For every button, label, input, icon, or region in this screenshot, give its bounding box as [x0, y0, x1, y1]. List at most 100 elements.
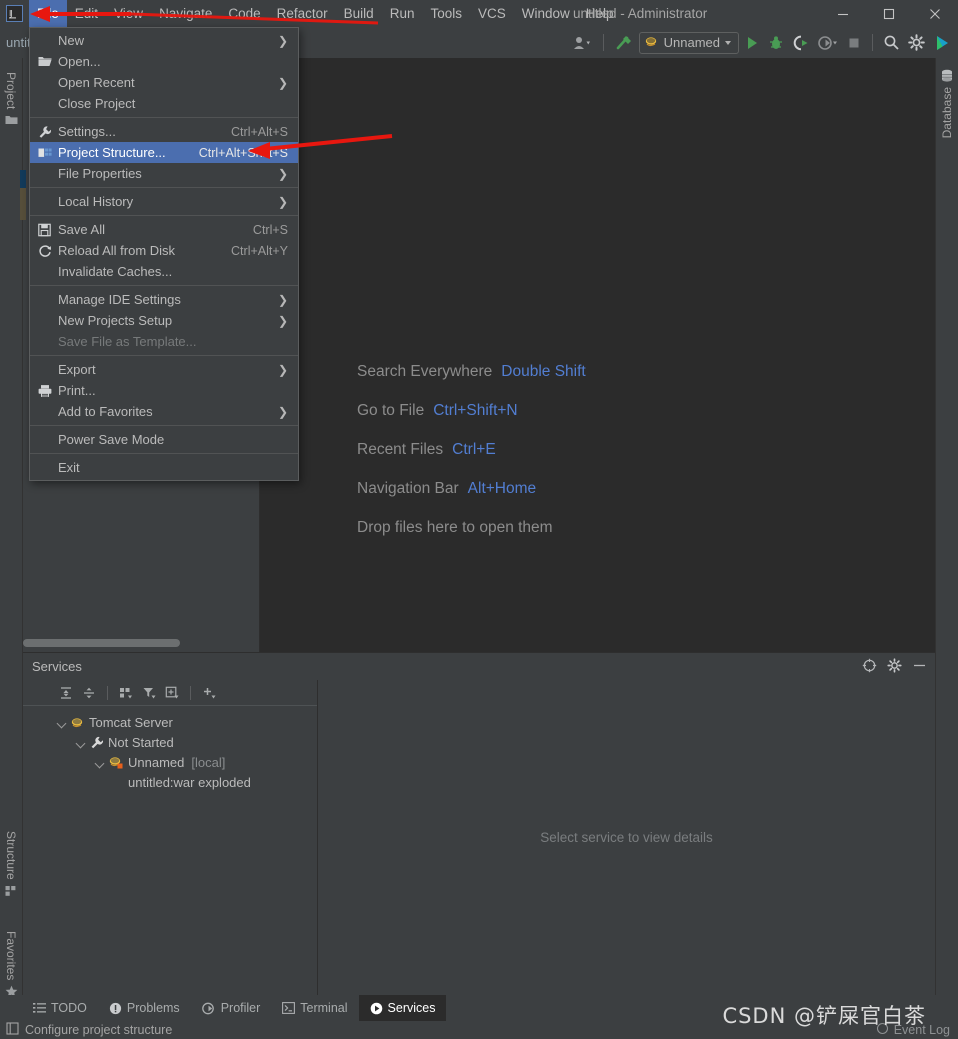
chevron-right-icon: ❯ — [277, 33, 288, 48]
file-menu-item-project-structure[interactable]: Project Structure... Ctrl+Alt+Shift+S — [30, 142, 298, 163]
locate-icon[interactable] — [862, 658, 877, 676]
bottom-tool-window-bar: TODO Problems Profiler Terminal Services — [0, 995, 958, 1021]
editor-hint-label: Drop files here to open them — [357, 519, 553, 536]
chevron-right-icon: ❯ — [277, 404, 288, 419]
file-menu-item-reload-all-from-disk[interactable]: Reload All from Disk Ctrl+Alt+Y — [30, 240, 298, 261]
editor-hint-row: Search Everywhere Double Shift — [357, 363, 586, 402]
ide-assistant-icon[interactable] — [930, 31, 954, 55]
menubar-item-file[interactable]: File — [29, 0, 67, 27]
search-icon[interactable] — [880, 31, 903, 55]
file-menu-item-label: Export — [58, 362, 96, 377]
sidebar-item-project[interactable]: Project — [4, 72, 18, 125]
profiler-icon[interactable] — [815, 31, 841, 55]
collapse-all-icon[interactable] — [79, 683, 99, 703]
editor-hint-shortcut: Ctrl+Shift+N — [433, 402, 518, 419]
menubar-item-tools[interactable]: Tools — [422, 0, 470, 27]
project-panel-markers — [20, 170, 26, 220]
file-menu-item-manage-ide-settings[interactable]: Manage IDE Settings ❯ — [30, 289, 298, 310]
chevron-right-icon: ❯ — [277, 194, 288, 209]
menubar-item-edit[interactable]: Edit — [67, 0, 106, 27]
chevron-down-icon[interactable] — [56, 717, 67, 728]
bottom-tab-terminal[interactable]: Terminal — [271, 995, 358, 1021]
add-tab-icon[interactable] — [162, 683, 182, 703]
menubar-item-refactor[interactable]: Refactor — [269, 0, 336, 27]
user-settings-icon[interactable] — [570, 31, 596, 55]
sidebar-item-database[interactable]: Database — [940, 69, 954, 138]
file-menu-item-add-to-favorites[interactable]: Add to Favorites ❯ — [30, 401, 298, 422]
window-title: untitled - Administrator — [573, 6, 708, 21]
menubar-item-view[interactable]: View — [106, 0, 151, 27]
maximize-icon[interactable] — [866, 0, 912, 27]
file-menu-item-file-properties[interactable]: File Properties ❯ — [30, 163, 298, 184]
file-menu-popup[interactable]: New ❯ Open... Open Recent ❯ Close Project Sett… — [29, 27, 299, 481]
file-menu-item-close-project[interactable]: Close Project — [30, 93, 298, 114]
gear-icon[interactable] — [905, 31, 928, 55]
file-menu-item-open-recent[interactable]: Open Recent ❯ — [30, 72, 298, 93]
file-menu-item-invalidate-caches[interactable]: Invalidate Caches... — [30, 261, 298, 282]
breadcrumb[interactable]: untitled — [0, 27, 30, 58]
file-menu-item-power-save-mode[interactable]: Power Save Mode — [30, 429, 298, 450]
file-menu-item-local-history[interactable]: Local History ❯ — [30, 191, 298, 212]
file-menu-item-export[interactable]: Export ❯ — [30, 359, 298, 380]
menubar-item-navigate[interactable]: Navigate — [151, 0, 220, 27]
menubar-item-label: File — [37, 6, 59, 21]
file-menu-item-exit[interactable]: Exit — [30, 457, 298, 478]
menubar-item-window[interactable]: Window — [514, 0, 578, 27]
menu-separator — [30, 355, 298, 356]
services-tree-node[interactable]: Unnamed [local] — [23, 752, 317, 772]
bottom-tab-problems[interactable]: Problems — [98, 995, 191, 1021]
gear-icon[interactable] — [887, 658, 902, 676]
menubar-item-vcs[interactable]: VCS — [470, 0, 514, 27]
project-horizontal-scrollbar[interactable] — [23, 639, 180, 647]
services-tree-node[interactable]: Tomcat Server — [23, 712, 317, 732]
file-menu-item-print[interactable]: Print... — [30, 380, 298, 401]
editor-hint-shortcut: Ctrl+E — [452, 441, 496, 458]
build-hammer-icon[interactable] — [611, 31, 637, 55]
filter-icon[interactable] — [139, 683, 159, 703]
file-menu-item-label: Open Recent — [58, 75, 135, 90]
editor-hint-label: Navigation Bar — [357, 480, 459, 497]
bottom-tab-label: Terminal — [300, 1001, 348, 1015]
file-menu-item-label: Reload All from Disk — [58, 243, 176, 258]
menubar-item-run[interactable]: Run — [382, 0, 423, 27]
sidebar-item-structure[interactable]: Structure — [4, 831, 18, 897]
database-icon — [940, 69, 954, 82]
bottom-tab-services[interactable]: Services — [358, 995, 447, 1021]
expand-all-icon[interactable] — [56, 683, 76, 703]
minimize-icon[interactable] — [820, 0, 866, 27]
file-menu-item-new[interactable]: New ❯ — [30, 30, 298, 51]
file-menu-item-open[interactable]: Open... — [30, 51, 298, 72]
editor-hint-label: Go to File — [357, 402, 425, 419]
menubar-item-build[interactable]: Build — [336, 0, 382, 27]
stop-icon[interactable] — [843, 31, 865, 55]
sidebar-item-favorites[interactable]: Favorites — [4, 931, 18, 998]
debug-bug-icon[interactable] — [765, 31, 787, 55]
services-tree-node[interactable]: untitled:war exploded — [23, 772, 317, 792]
chevron-down-icon[interactable] — [94, 757, 105, 768]
bottom-tab-label: Profiler — [220, 1001, 261, 1015]
services-toolbar-divider — [107, 685, 108, 700]
file-menu-item-save-all[interactable]: Save All Ctrl+S — [30, 219, 298, 240]
menu-separator — [30, 215, 298, 216]
services-tree-pane[interactable]: Tomcat Server Not Started Unnamed [local] un… — [23, 680, 318, 995]
services-tree-node[interactable]: Not Started — [23, 732, 317, 752]
database-label: Database — [940, 87, 954, 139]
bottom-tab-todo[interactable]: TODO — [22, 995, 98, 1021]
group-icon[interactable] — [116, 683, 136, 703]
run-play-icon[interactable] — [741, 31, 763, 55]
project-label: Project — [4, 72, 18, 110]
menubar-item-code[interactable]: Code — [220, 0, 268, 27]
menu-separator — [30, 117, 298, 118]
close-icon[interactable] — [912, 0, 958, 27]
file-menu-item-new-projects-setup[interactable]: New Projects Setup ❯ — [30, 310, 298, 331]
chevron-down-icon[interactable] — [75, 737, 86, 748]
run-configuration-selector[interactable]: Unnamed — [638, 31, 739, 54]
hide-icon[interactable] — [912, 658, 927, 676]
run-with-coverage-icon[interactable] — [789, 31, 813, 55]
file-menu-item-label: New — [58, 33, 85, 48]
add-service-icon[interactable] — [199, 683, 219, 703]
event-log-widget[interactable]: Event Log — [876, 1022, 950, 1038]
file-menu-item-settings[interactable]: Settings... Ctrl+Alt+S — [30, 121, 298, 142]
services-tool-window: Tomcat Server Not Started Unnamed [local] un… — [23, 680, 935, 995]
bottom-tab-profiler[interactable]: Profiler — [191, 995, 272, 1021]
